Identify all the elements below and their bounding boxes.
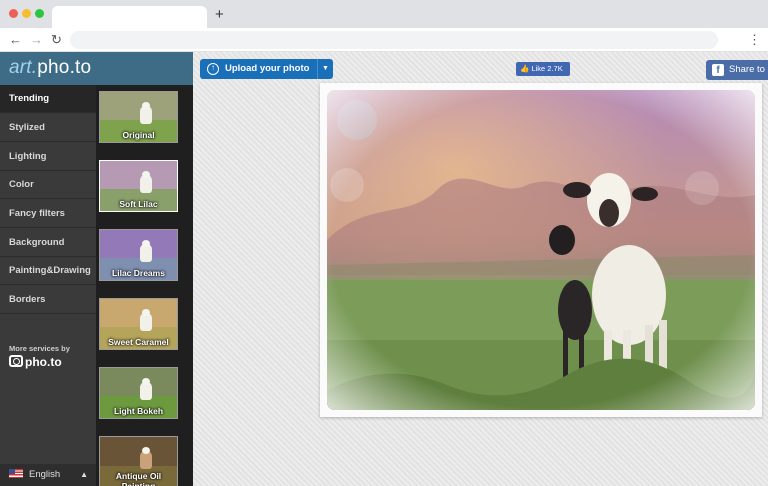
facebook-share-button[interactable]: f Share to [706,60,768,80]
language-label: English [29,469,61,480]
browser-tab[interactable] [52,6,207,28]
logo-suffix: pho.to [37,57,92,78]
upload-icon: ↑ [207,63,219,75]
facebook-icon: f [712,64,724,76]
category-background[interactable]: Background [0,229,96,257]
like-label: Like 2.7K [531,64,563,73]
lamb-figure [140,378,152,400]
browser-menu-button[interactable]: ⋮ [748,30,761,50]
thumb-label: Light Bokeh [113,406,164,416]
new-tab-button[interactable]: + [215,5,224,25]
filter-thumb-lilac-dreams[interactable]: Lilac Dreams [99,229,178,281]
thumb-label: Soft Lilac [119,199,158,209]
thumb-label: Original [122,130,155,140]
camera-icon [9,355,23,367]
browser-titlebar: + [0,0,768,28]
category-color[interactable]: Color [0,171,96,199]
app-area: art.pho.to Trending Stylized Lighting Co… [0,52,768,486]
category-sidebar: Trending Stylized Lighting Color Fancy f… [0,85,96,486]
upload-label: Upload your photo [225,63,310,74]
edited-photo [327,90,755,410]
filter-thumb-light-bokeh[interactable]: Light Bokeh [99,367,178,419]
chevron-up-icon: ▲ [80,470,88,479]
chevron-down-icon[interactable]: ▼ [317,59,333,79]
site-logo[interactable]: art.pho.to [9,57,91,79]
category-trending[interactable]: Trending [0,85,96,113]
lamb-figure [140,102,152,124]
minimize-window-button[interactable] [22,9,31,18]
browser-toolbar: ← → ↻ ⋮ [0,28,768,52]
lamb-figure [140,171,152,193]
address-bar[interactable] [70,31,718,49]
filter-thumb-original[interactable]: Original [99,91,178,143]
thumb-label: Sweet Caramel [108,337,169,347]
thumb-label: Antique Oil Painting [115,471,162,486]
language-selector[interactable]: English ▲ [0,464,96,486]
lamb-figure [140,447,152,469]
logo-prefix: art. [9,57,38,78]
forward-button[interactable]: → [30,30,43,50]
maximize-window-button[interactable] [35,9,44,18]
photo-to-brand: pho.to [25,355,62,369]
close-window-button[interactable] [9,9,18,18]
reload-button[interactable]: ↻ [51,30,62,50]
lamb-figure [140,309,152,331]
photo-to-logo[interactable]: pho.to [9,354,62,370]
filter-thumbnail-list: Original Soft Lilac Lilac Dreams Sweet C… [96,85,193,486]
lamb-photo-svg [327,90,755,410]
us-flag-icon [9,469,23,478]
filter-thumb-antique-oil-painting[interactable]: Antique Oil Painting [99,436,178,486]
category-lighting[interactable]: Lighting [0,143,96,171]
category-fancy-filters[interactable]: Fancy filters [0,200,96,228]
category-borders[interactable]: Borders [0,286,96,314]
thumb-label: Lilac Dreams [112,268,165,278]
share-label: Share to [729,64,765,75]
more-services-label: More services by [9,344,70,353]
category-stylized[interactable]: Stylized [0,114,96,142]
back-button[interactable]: ← [9,30,22,50]
thumbs-up-icon: 👍 [520,64,530,73]
filter-thumb-soft-lilac[interactable]: Soft Lilac [99,160,178,212]
filter-thumb-sweet-caramel[interactable]: Sweet Caramel [99,298,178,350]
facebook-like-button[interactable]: 👍 Like 2.7K [516,62,570,76]
lamb-figure [140,240,152,262]
logo-bar: art.pho.to [0,52,193,85]
category-painting-drawing[interactable]: Painting&Drawing [0,257,96,285]
upload-photo-button[interactable]: ↑ Upload your photo ▼ [200,59,333,79]
photo-frame [320,83,762,417]
